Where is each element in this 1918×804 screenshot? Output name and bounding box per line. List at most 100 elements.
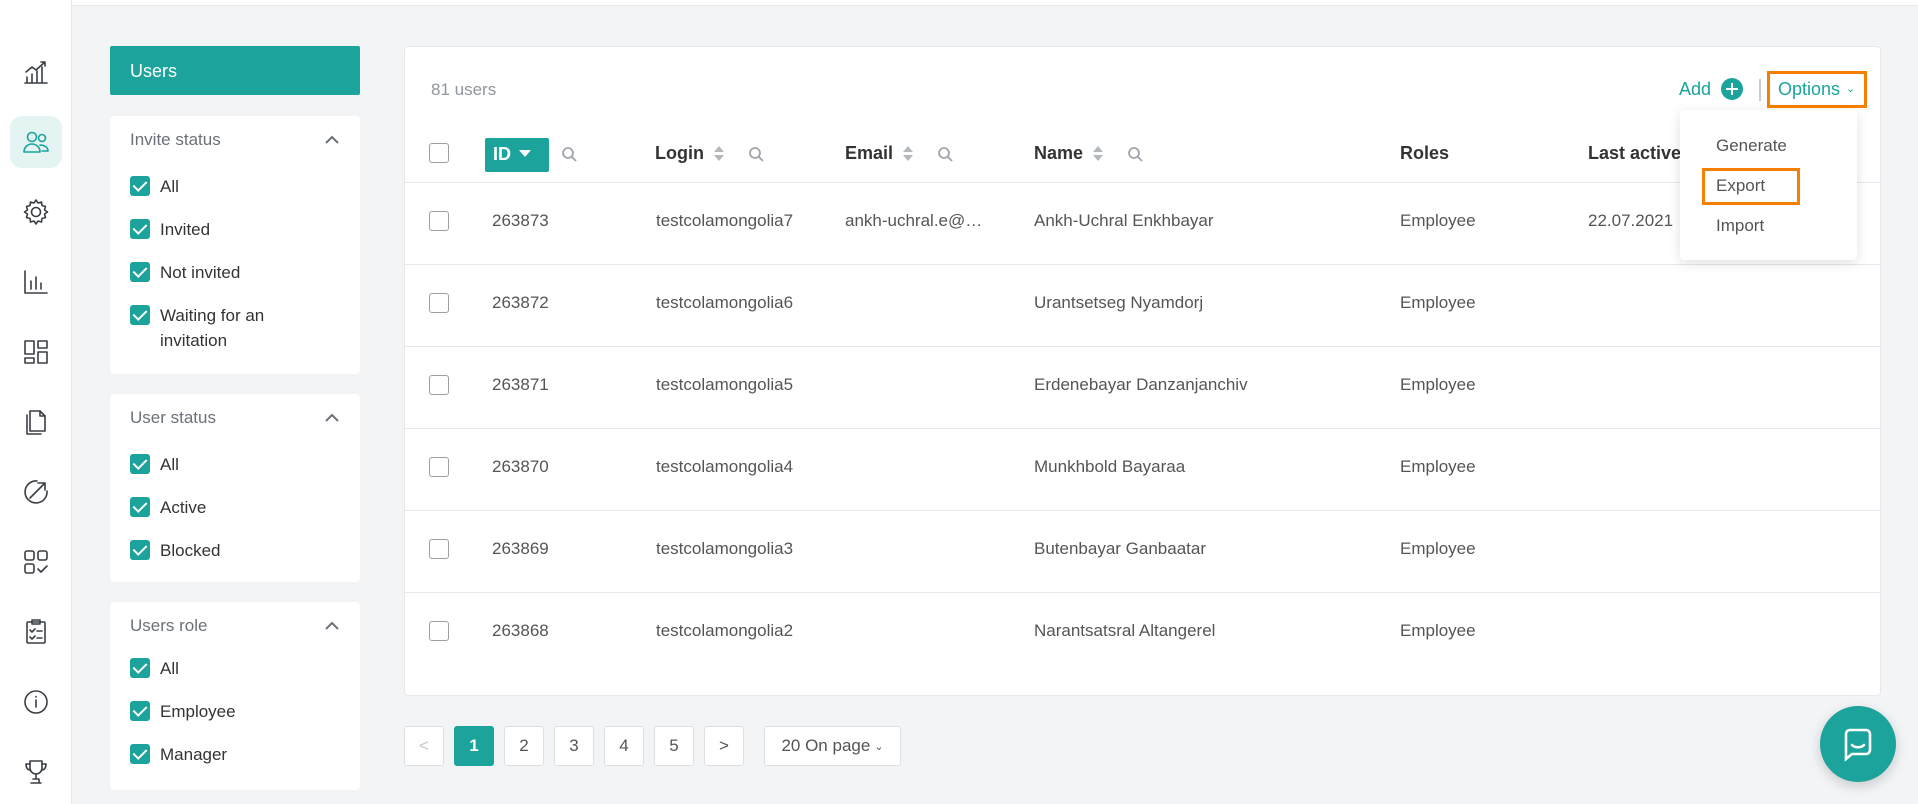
- column-header-email[interactable]: Email: [845, 143, 953, 164]
- status-all-option[interactable]: All: [110, 452, 360, 477]
- page-button-5[interactable]: 5: [654, 726, 694, 766]
- sort-icon[interactable]: [903, 145, 914, 163]
- cell-email: ankh-uchral.e@…: [845, 211, 983, 230]
- role-employee-checkbox[interactable]: [130, 701, 150, 721]
- id-column-sort[interactable]: ID: [485, 138, 549, 172]
- dashboard-nav-button[interactable]: [10, 326, 62, 378]
- search-icon[interactable]: [937, 146, 953, 162]
- column-header-name[interactable]: Name: [1034, 143, 1143, 164]
- page-button-3[interactable]: 3: [554, 726, 594, 766]
- next-page-button[interactable]: >: [704, 726, 744, 766]
- page-button-2[interactable]: 2: [504, 726, 544, 766]
- achievements-nav-button[interactable]: [10, 746, 62, 798]
- menu-item-generate[interactable]: Generate: [1716, 136, 1787, 156]
- role-manager-option[interactable]: Manager: [110, 742, 360, 767]
- documents-icon: [26, 410, 46, 435]
- chat-launcher-button[interactable]: [1820, 706, 1896, 782]
- cell-id: 263868: [492, 621, 549, 640]
- per-page-select[interactable]: 20 On page ⌄: [764, 726, 901, 766]
- user-status-header[interactable]: User status: [110, 394, 360, 442]
- sort-icon[interactable]: [1093, 145, 1104, 163]
- chevron-up-icon[interactable]: [324, 132, 340, 148]
- status-active-checkbox[interactable]: [130, 497, 150, 517]
- menu-item-import[interactable]: Import: [1716, 216, 1764, 236]
- invite-status-header[interactable]: Invite status: [110, 116, 360, 164]
- invite-waiting-checkbox[interactable]: [130, 305, 150, 325]
- sort-icon[interactable]: [713, 145, 724, 163]
- invite-waiting-option[interactable]: Waiting for an invitation: [110, 303, 290, 353]
- table-row[interactable]: 263871 testcolamongolia5 Erdenebayar Dan…: [405, 347, 1880, 429]
- reports-nav-button[interactable]: [10, 256, 62, 308]
- users-tab[interactable]: Users: [110, 46, 360, 95]
- status-all-checkbox[interactable]: [130, 454, 150, 474]
- cell-id: 263872: [492, 293, 549, 312]
- table-row[interactable]: 263868 testcolamongolia2 Narantsatsral A…: [405, 593, 1880, 675]
- chevron-up-icon[interactable]: [324, 410, 340, 426]
- table-row[interactable]: 263869 testcolamongolia3 Butenbayar Ganb…: [405, 511, 1880, 593]
- option-label: Not invited: [160, 263, 241, 282]
- role-all-option[interactable]: All: [110, 656, 360, 681]
- option-label: Manager: [160, 745, 228, 764]
- role-all-checkbox[interactable]: [130, 658, 150, 678]
- cell-role: Employee: [1400, 621, 1476, 640]
- apps-nav-button[interactable]: [10, 536, 62, 588]
- row-checkbox[interactable]: [429, 539, 449, 559]
- cell-name: Munkhbold Bayaraa: [1034, 457, 1186, 476]
- sort-desc-icon: [519, 150, 531, 157]
- settings-nav-button[interactable]: [10, 186, 62, 238]
- chevron-up-icon[interactable]: [324, 618, 340, 634]
- table-row[interactable]: 263873 testcolamongolia7 ankh-uchral.e@……: [405, 183, 1880, 265]
- table-row[interactable]: 263872 testcolamongolia6 Urantsetseg Nya…: [405, 265, 1880, 347]
- page-button-4[interactable]: 4: [604, 726, 644, 766]
- option-label: Employee: [160, 702, 236, 721]
- role-manager-checkbox[interactable]: [130, 744, 150, 764]
- add-user-button[interactable]: Add: [1679, 78, 1744, 100]
- cell-name: Butenbayar Ganbaatar: [1034, 539, 1207, 558]
- invite-all-checkbox[interactable]: [130, 176, 150, 196]
- invite-status-title: Invite status: [130, 130, 221, 149]
- row-checkbox[interactable]: [429, 293, 449, 313]
- users-nav-button[interactable]: [10, 116, 62, 168]
- status-active-option[interactable]: Active: [110, 495, 360, 520]
- select-all-checkbox[interactable]: [429, 143, 449, 163]
- table-row[interactable]: 263870 testcolamongolia4 Munkhbold Bayar…: [405, 429, 1880, 511]
- analytics-nav-button[interactable]: [10, 46, 62, 98]
- documents-nav-button[interactable]: [10, 396, 62, 448]
- invite-all-option[interactable]: All: [110, 174, 360, 199]
- row-checkbox[interactable]: [429, 457, 449, 477]
- cell-login: testcolamongolia6: [656, 293, 794, 312]
- options-button[interactable]: Options ⌄: [1767, 71, 1867, 108]
- role-employee-option[interactable]: Employee: [110, 699, 360, 724]
- row-checkbox[interactable]: [429, 375, 449, 395]
- column-header-last-active[interactable]: Last active: [1588, 143, 1681, 164]
- column-header-login[interactable]: Login: [655, 143, 764, 164]
- search-icon[interactable]: [748, 146, 764, 162]
- search-icon[interactable]: [561, 146, 577, 162]
- cell-name: Ankh-Uchral Enkhbayar: [1034, 211, 1214, 230]
- info-nav-button[interactable]: [10, 676, 62, 728]
- per-page-label: 20 On page: [781, 736, 871, 755]
- row-checkbox[interactable]: [429, 621, 449, 641]
- users-count: 81 users: [431, 80, 497, 99]
- invite-invited-checkbox[interactable]: [130, 219, 150, 239]
- chat-icon: [1844, 728, 1872, 762]
- prev-page-button[interactable]: <: [404, 726, 444, 766]
- goals-nav-button[interactable]: [10, 466, 62, 518]
- status-blocked-option[interactable]: Blocked: [110, 538, 360, 563]
- status-blocked-checkbox[interactable]: [130, 540, 150, 560]
- users-icon: [23, 131, 49, 153]
- users-role-header[interactable]: Users role: [110, 602, 360, 650]
- column-label: Login: [655, 143, 704, 163]
- page-button-1[interactable]: 1: [454, 726, 494, 766]
- invite-not-invited-checkbox[interactable]: [130, 262, 150, 282]
- tasks-nav-button[interactable]: [10, 606, 62, 658]
- row-checkbox[interactable]: [429, 211, 449, 231]
- cell-id: 263870: [492, 457, 549, 476]
- cell-role: Employee: [1400, 539, 1476, 558]
- invite-invited-option[interactable]: Invited: [110, 217, 360, 242]
- invite-not-invited-option[interactable]: Not invited: [110, 260, 360, 285]
- export-highlight: [1702, 168, 1800, 205]
- bar-chart-icon: [24, 270, 48, 294]
- search-icon[interactable]: [1127, 146, 1143, 162]
- column-label: Last active: [1588, 143, 1682, 163]
